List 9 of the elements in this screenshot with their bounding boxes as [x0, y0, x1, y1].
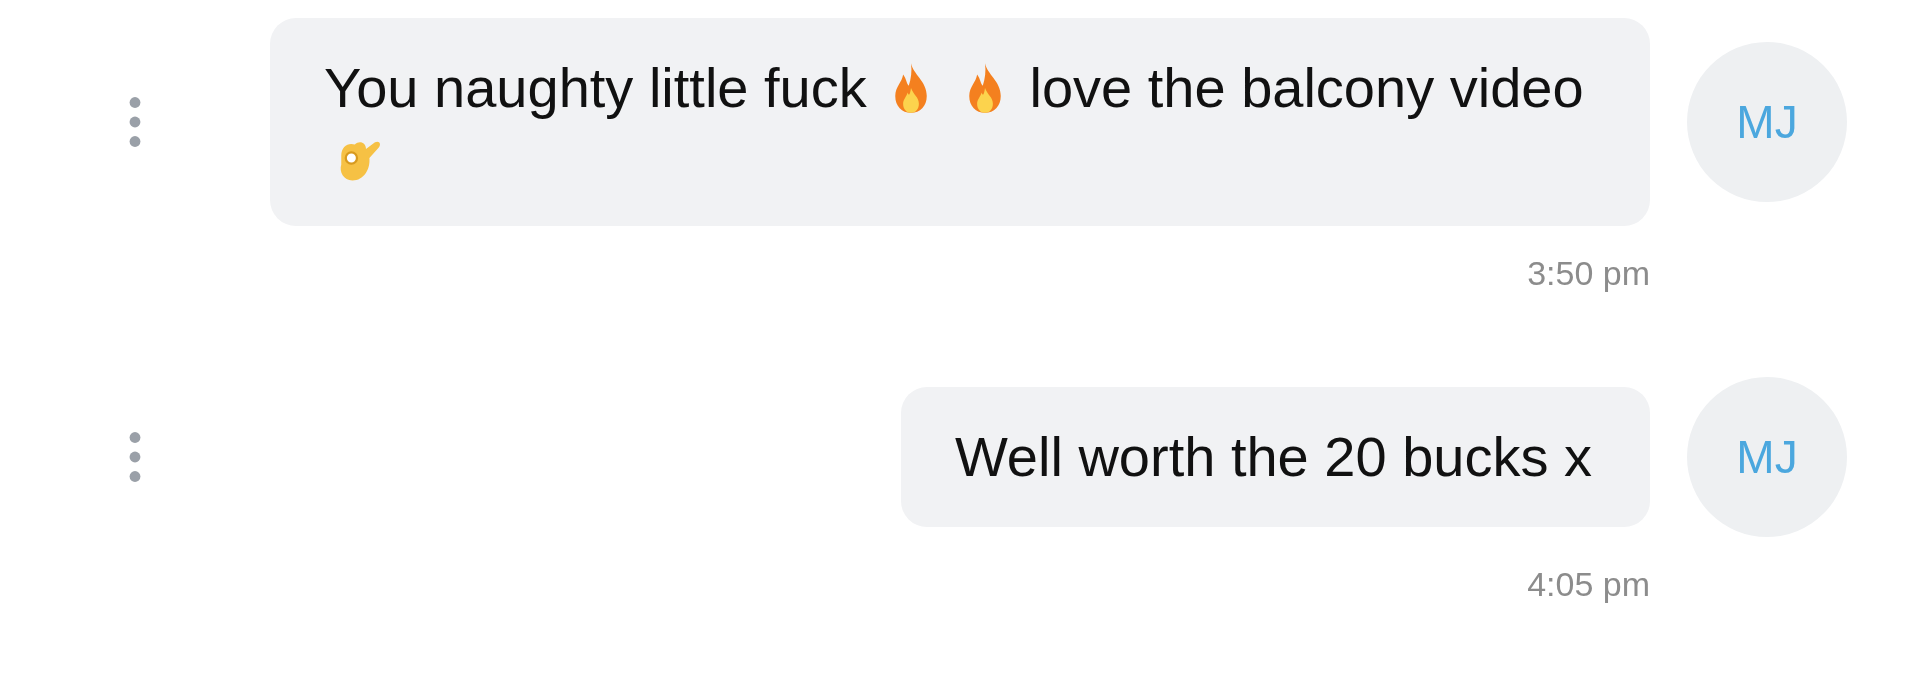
- more-options-icon[interactable]: [128, 431, 142, 483]
- avatar[interactable]: MJ: [1687, 42, 1847, 202]
- more-options-icon[interactable]: [128, 96, 142, 148]
- message-text: You naughty little fuck: [324, 56, 867, 119]
- avatar[interactable]: MJ: [1687, 377, 1847, 537]
- message-time: 3:50 pm: [1527, 253, 1650, 294]
- message-text: love the balcony video: [1029, 56, 1584, 119]
- message-time: 4:05 pm: [1527, 564, 1650, 605]
- message-text: Well worth the 20 bucks x: [954, 425, 1592, 488]
